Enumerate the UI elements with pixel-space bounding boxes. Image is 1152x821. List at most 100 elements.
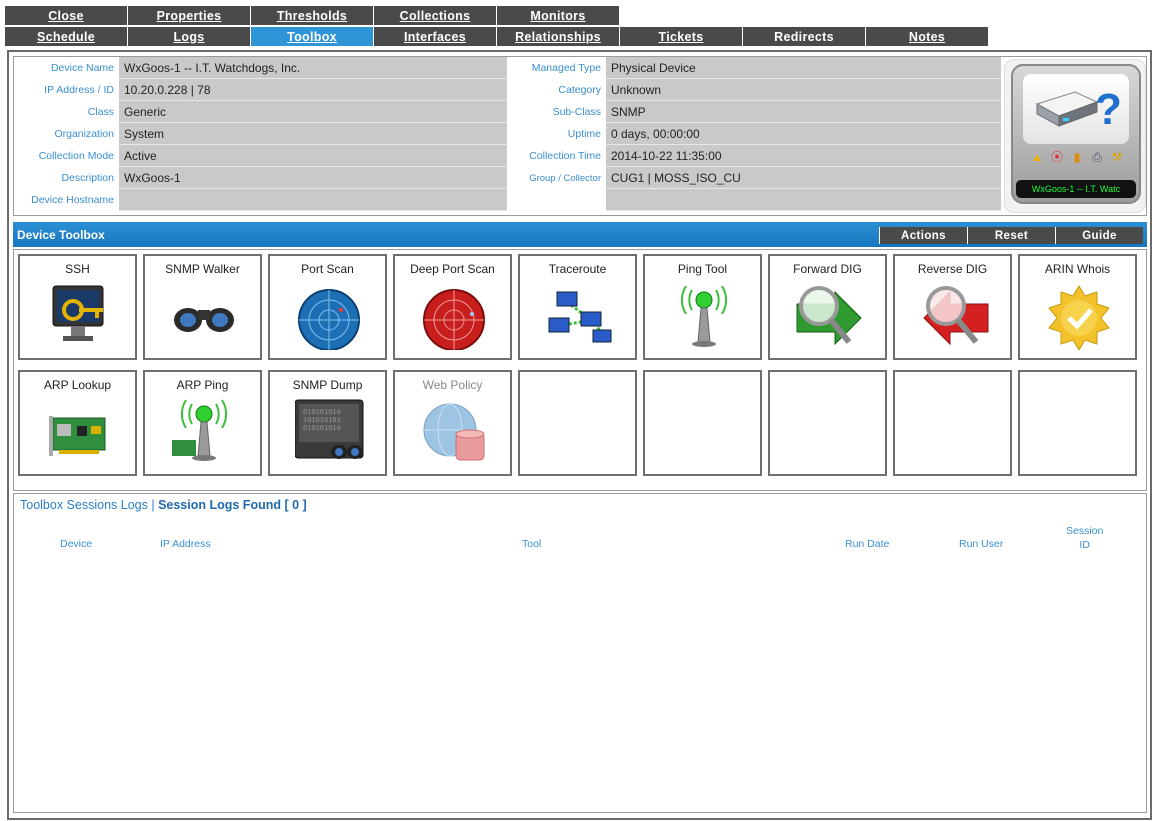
info-row-ip-address: IP Address / ID 10.20.0.228 | 78: [14, 79, 507, 101]
tab-monitors[interactable]: Monitors: [497, 6, 620, 25]
col-header-session-id[interactable]: Session ID: [1066, 524, 1103, 552]
tool-arp-lookup[interactable]: ARP Lookup: [18, 370, 137, 476]
info-row-description: Description WxGoos-1: [14, 167, 507, 189]
info-label: Category: [509, 79, 606, 101]
tab-thresholds-label: Thresholds: [276, 8, 348, 23]
tab-logs[interactable]: Logs: [128, 27, 251, 46]
info-value: [606, 189, 1001, 211]
tab-tickets[interactable]: Tickets: [620, 27, 743, 46]
tool-traceroute[interactable]: Traceroute: [518, 254, 637, 360]
antenna-icon: [680, 285, 728, 347]
device-badge-frame: ? ▲ ⦿ ▮ ⎙ ⚒ WxGoos-1 -- I.T. Watc: [1011, 64, 1141, 204]
device-badge[interactable]: ? ▲ ⦿ ▮ ⎙ ⚒ WxGoos-1 -- I.T. Watc: [1004, 59, 1146, 213]
tool-snmp-dump[interactable]: SNMP Dump 010101010 101010101 010101010: [268, 370, 387, 476]
tab-relationships[interactable]: Relationships: [497, 27, 620, 46]
tool-arin-whois[interactable]: ARIN Whois: [1018, 254, 1137, 360]
tab-properties-label: Properties: [156, 8, 222, 23]
info-value: Unknown: [606, 79, 1001, 101]
info-label: Collection Mode: [14, 145, 119, 167]
info-row-device-name: Device Name WxGoos-1 -- I.T. Watchdogs, I…: [14, 57, 507, 79]
info-value: 0 days, 00:00:00: [606, 123, 1001, 145]
signal-bars-icon[interactable]: ▮: [1070, 150, 1084, 164]
tab-properties[interactable]: Properties: [128, 6, 251, 25]
info-value: 2014-10-22 11:35:00: [606, 145, 1001, 167]
info-row-managed-type: Managed Type Physical Device: [509, 57, 1001, 79]
tool-label: Web Policy: [422, 378, 483, 392]
tool-ping-tool[interactable]: Ping Tool: [643, 254, 762, 360]
tab-redirects[interactable]: Redirects: [743, 27, 866, 46]
actions-button[interactable]: Actions: [879, 227, 967, 244]
tool-reverse-dig[interactable]: Reverse DIG: [893, 254, 1012, 360]
network-card-icon: [49, 416, 106, 456]
tab-toolbox[interactable]: Toolbox: [251, 27, 374, 46]
info-row-sub-class: Sub-Class SNMP: [509, 101, 1001, 123]
tab-row-secondary: Schedule Logs Toolbox Interfaces Relatio…: [5, 27, 989, 46]
col-header-run-user[interactable]: Run User: [959, 538, 1003, 550]
svg-text:010101010: 010101010: [303, 425, 341, 433]
info-label: Collection Time: [509, 145, 606, 167]
tab-toolbox-label: Toolbox: [287, 29, 337, 44]
reset-button[interactable]: Reset: [967, 227, 1055, 244]
tab-thresholds[interactable]: Thresholds: [251, 6, 374, 25]
col-header-ip-address[interactable]: IP Address: [160, 538, 211, 550]
tool-label: SNMP Dump: [292, 378, 363, 392]
tab-interfaces[interactable]: Interfaces: [374, 27, 497, 46]
device-info: Device Name WxGoos-1 -- I.T. Watchdogs, I…: [13, 56, 1147, 216]
info-value: WxGoos-1: [119, 167, 507, 189]
device-badge-screen: ?: [1023, 74, 1129, 144]
session-logs-heading: Toolbox Sessions Logs: [20, 498, 148, 512]
info-row-category: Category Unknown: [509, 79, 1001, 101]
tool-ssh[interactable]: SSH: [18, 254, 137, 360]
tool-port-scan[interactable]: Port Scan: [268, 254, 387, 360]
tool-slot-empty: [518, 370, 637, 476]
tab-close[interactable]: Close: [5, 6, 128, 25]
info-label: Class: [14, 101, 119, 123]
toolbox-title: Device Toolbox: [17, 227, 105, 242]
lifebuoy-icon[interactable]: ⦿: [1050, 150, 1064, 164]
tool-label: Traceroute: [548, 262, 607, 276]
info-value: Generic: [119, 101, 507, 123]
tool-label: Port Scan: [301, 262, 354, 276]
printer-icon[interactable]: ⎙: [1090, 150, 1104, 164]
tab-redirects-label: Redirects: [774, 29, 834, 44]
info-row-class: Class Generic: [14, 101, 507, 123]
tab-notes[interactable]: Notes: [866, 27, 989, 46]
tool-snmp-walker[interactable]: SNMP Walker: [143, 254, 262, 360]
wrench-icon[interactable]: ⚒: [1110, 150, 1124, 164]
tab-schedule[interactable]: Schedule: [5, 27, 128, 46]
session-logs-count: Session Logs Found [ 0 ]: [158, 498, 307, 512]
tool-label: Forward DIG: [793, 262, 862, 276]
info-value: Active: [119, 145, 507, 167]
info-row-collection-mode: Collection Mode Active: [14, 145, 507, 167]
info-label: Managed Type: [509, 57, 606, 79]
antenna-card-icon: [172, 399, 228, 461]
tool-arp-ping[interactable]: ARP Ping: [143, 370, 262, 476]
tool-deep-port-scan[interactable]: Deep Port Scan: [393, 254, 512, 360]
radar-blue-icon: [298, 289, 360, 350]
warning-icon[interactable]: ▲: [1030, 150, 1044, 164]
tool-forward-dig[interactable]: Forward DIG: [768, 254, 887, 360]
guide-button[interactable]: Guide: [1055, 227, 1143, 244]
session-logs-title: Toolbox Sessions Logs | Session Logs Fou…: [20, 498, 307, 512]
tab-collections[interactable]: Collections: [374, 6, 497, 25]
col-header-device[interactable]: Device: [60, 538, 92, 550]
tool-web-policy[interactable]: Web Policy: [393, 370, 512, 476]
binary-screen-binoculars-icon: 010101010 101010101 010101010: [295, 399, 364, 459]
col-header-run-date[interactable]: Run Date: [845, 538, 889, 550]
tool-label: ARP Ping: [176, 378, 229, 392]
info-label: Sub-Class: [509, 101, 606, 123]
device-panel: Device Name WxGoos-1 -- I.T. Watchdogs, I…: [7, 50, 1152, 820]
tool-label: SNMP Walker: [165, 262, 240, 276]
info-label: IP Address / ID: [14, 79, 119, 101]
ssh-key-monitor-icon: [52, 285, 104, 341]
col-header-tool[interactable]: Tool: [522, 538, 541, 550]
info-row-empty: [509, 189, 1001, 211]
device-info-right: Managed Type Physical Device Category Unkn…: [509, 57, 1001, 211]
info-value: [119, 189, 507, 211]
tab-monitors-label: Monitors: [530, 8, 586, 23]
info-value: 10.20.0.228 | 78: [119, 79, 507, 101]
info-label: Description: [14, 167, 119, 189]
tab-logs-label: Logs: [173, 29, 205, 44]
tool-label: ARP Lookup: [43, 378, 112, 392]
col-header-session-line1: Session: [1066, 525, 1104, 537]
